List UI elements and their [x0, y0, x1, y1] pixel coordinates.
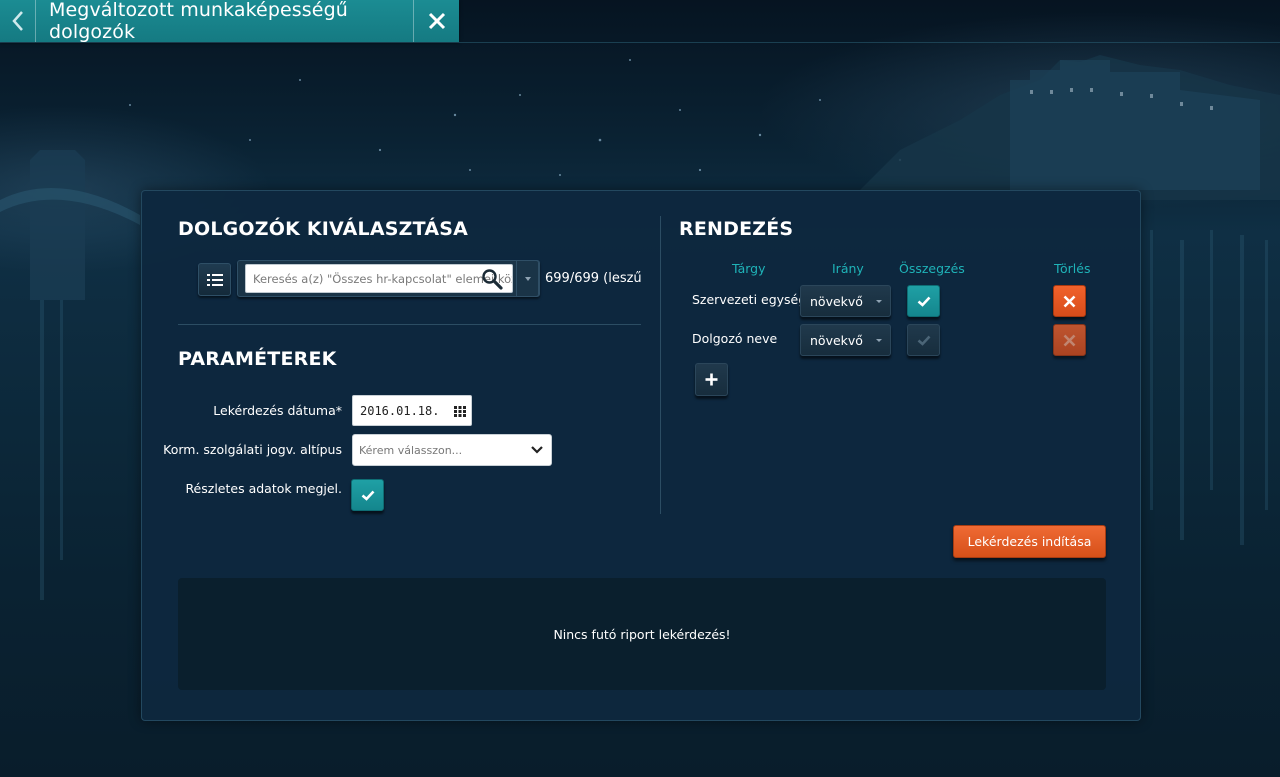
check-icon	[917, 296, 930, 307]
sort-aggregate-checkbox[interactable]	[907, 324, 940, 356]
back-button[interactable]	[0, 0, 36, 42]
sort-direction-select[interactable]: növekvő	[800, 285, 891, 317]
sort-delete-button[interactable]	[1053, 324, 1086, 356]
list-icon	[206, 273, 223, 286]
report-panel: DOLGOZÓK KIVÁLASZTÁSA 699/699 (leszűrt/ö…	[141, 190, 1141, 721]
x-icon	[1063, 295, 1076, 307]
check-icon	[917, 335, 930, 346]
sort-direction-value: növekvő	[810, 293, 863, 309]
date-value: 2016.01.18.	[360, 403, 440, 418]
sorting-heading: RENDEZÉS	[679, 218, 794, 240]
chevron-left-icon	[11, 11, 23, 31]
sort-row-subject: Szervezeti egység	[692, 292, 807, 307]
caret-down-icon	[876, 300, 882, 303]
search-box	[237, 260, 540, 297]
x-icon	[1063, 334, 1076, 346]
window-title: Megváltozott munkaképességű dolgozók	[49, 0, 348, 43]
sort-row-subject: Dolgozó neve	[692, 331, 778, 346]
add-sort-button[interactable]	[695, 363, 728, 396]
subtype-label: Korm. szolgálati jogv. altípus	[163, 442, 342, 457]
run-query-button[interactable]: Lekérdezés indítása	[953, 525, 1106, 558]
calendar-icon[interactable]	[454, 406, 466, 417]
subtype-placeholder: Kérem válasszon...	[359, 443, 463, 457]
chevron-down-icon	[531, 446, 543, 454]
status-message: Nincs futó riport lekérdezés!	[553, 626, 731, 642]
sort-delete-button[interactable]	[1053, 285, 1086, 317]
date-field[interactable]: 2016.01.18.	[352, 395, 472, 426]
close-icon	[428, 12, 445, 30]
column-header-aggregate: Összegzés	[899, 261, 965, 276]
column-header-subject: Tárgy	[732, 261, 766, 276]
plus-icon	[705, 373, 718, 386]
caret-down-icon	[876, 339, 882, 342]
result-count: 699/699 (leszűrt/összes)	[545, 271, 641, 286]
caret-down-icon	[524, 276, 531, 281]
details-label: Részletes adatok megjel.	[185, 481, 342, 496]
subtype-select[interactable]: Kérem válasszon...	[352, 434, 552, 466]
search-icon[interactable]	[481, 268, 503, 290]
column-header-direction: Irány	[832, 261, 864, 276]
close-button[interactable]	[413, 0, 459, 42]
report-status-area: Nincs futó riport lekérdezés!	[178, 578, 1106, 690]
sort-aggregate-checkbox[interactable]	[907, 285, 940, 317]
params-heading: PARAMÉTEREK	[178, 348, 337, 370]
check-icon	[361, 490, 374, 501]
title-bar: Megváltozott munkaképességű dolgozók	[0, 0, 459, 43]
selection-heading: DOLGOZÓK KIVÁLASZTÁSA	[178, 218, 469, 240]
search-input[interactable]	[245, 264, 513, 293]
column-divider	[660, 216, 661, 514]
search-filter-dropdown[interactable]	[516, 260, 539, 297]
details-checkbox[interactable]	[351, 479, 384, 511]
title-bar-divider	[0, 42, 1280, 43]
sort-direction-value: növekvő	[810, 332, 863, 348]
sort-direction-select[interactable]: növekvő	[800, 324, 891, 356]
date-label: Lekérdezés dátuma*	[213, 403, 342, 418]
list-view-button[interactable]	[198, 263, 231, 296]
column-header-delete: Törlés	[1054, 261, 1091, 276]
section-divider	[178, 324, 641, 325]
